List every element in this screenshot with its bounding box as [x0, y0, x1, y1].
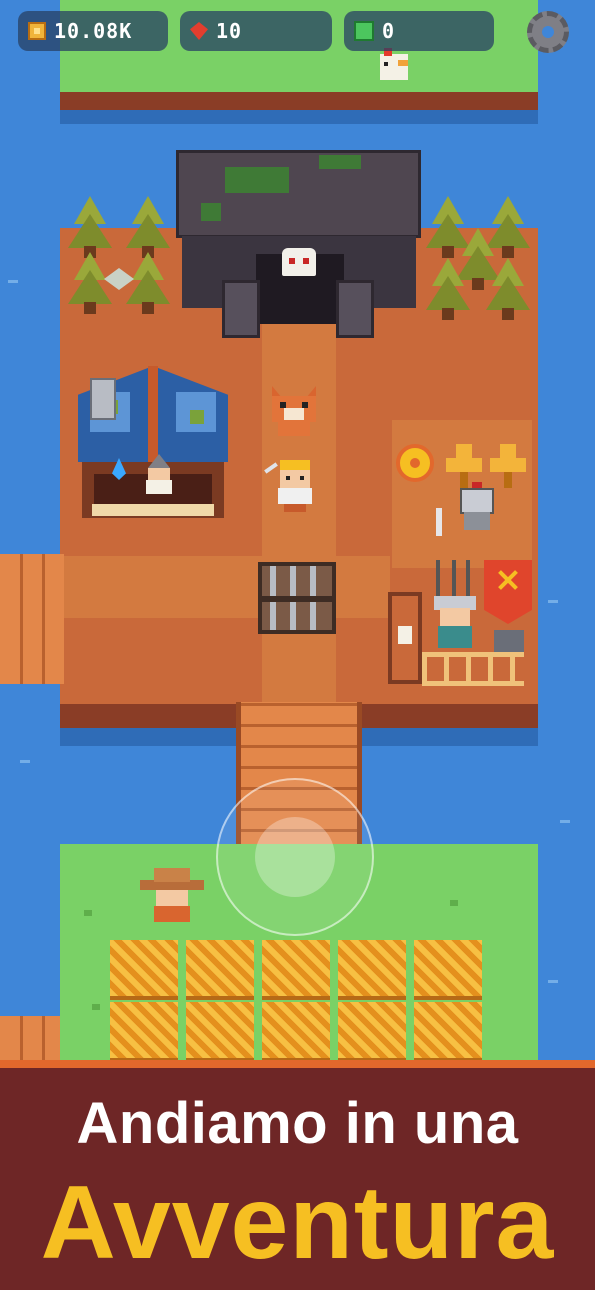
dirt-path-horizontal: [60, 556, 390, 618]
tree-icon: [124, 252, 172, 314]
wheat-crop[interactable]: [414, 1002, 482, 1062]
wheat-crop[interactable]: [338, 1002, 406, 1062]
wheat-crop[interactable]: [262, 1002, 330, 1062]
chicken-sprite[interactable]: [376, 46, 412, 84]
wheat-crop[interactable]: [110, 940, 178, 1000]
green-gem-value: 0: [382, 19, 396, 43]
archery-target[interactable]: [396, 444, 434, 482]
fox-npc[interactable]: [270, 386, 318, 436]
red-gem-value: 10: [216, 19, 243, 43]
treasure-chest[interactable]: [258, 562, 336, 634]
green-gem-counter: 0: [344, 11, 494, 51]
blacksmith-npc[interactable]: [432, 596, 478, 648]
wheat-crop[interactable]: [186, 940, 254, 1000]
tree-icon: [66, 196, 114, 258]
tree-icon: [66, 252, 114, 314]
anvil-icon: [494, 630, 524, 654]
wizard-npc[interactable]: [142, 454, 176, 494]
knight-npc[interactable]: [456, 482, 498, 530]
coin-counter: 10.08K: [18, 11, 168, 51]
joystick-knob[interactable]: [255, 817, 335, 897]
gear-icon[interactable]: [527, 11, 569, 53]
dirt-path-vertical: [262, 320, 336, 710]
dungeon-pillar-left: [222, 280, 260, 338]
promo-caption: Andiamo in una Avventura: [0, 1060, 595, 1290]
wheat-crop[interactable]: [338, 940, 406, 1000]
tree-icon: [424, 258, 472, 320]
green-gem-icon: [354, 21, 374, 41]
dungeon-pillar-right: [336, 280, 374, 338]
farmer-npc[interactable]: [140, 868, 204, 922]
wheat-crop[interactable]: [414, 940, 482, 1000]
tree-icon: [124, 196, 172, 258]
weapon-rack: [430, 560, 480, 600]
wheat-crop[interactable]: [262, 940, 330, 1000]
grass-tuft: [450, 900, 458, 906]
coin-value: 10.08K: [54, 19, 133, 43]
wheat-crop[interactable]: [186, 1002, 254, 1062]
sword-icon: [436, 508, 442, 536]
left-dock[interactable]: [0, 554, 64, 684]
red-gem-icon: [190, 22, 208, 40]
dungeon-roof: [176, 150, 421, 238]
coin-icon: [28, 22, 46, 40]
skull-icon: [282, 248, 316, 276]
tree-icon: [484, 258, 532, 320]
top-island-shadow: [60, 110, 538, 124]
virtual-joystick[interactable]: [216, 778, 374, 936]
hero-player[interactable]: [262, 460, 322, 512]
top-island-edge: [60, 92, 538, 110]
grass-tuft: [84, 910, 92, 916]
wooden-fence: [422, 652, 524, 686]
red-gem-counter: 10: [180, 11, 332, 51]
grass-tuft: [92, 1004, 100, 1010]
wheat-crop[interactable]: [110, 1002, 178, 1062]
caption-line1: Andiamo in una: [76, 1091, 519, 1156]
caption-line2: Avventura: [40, 1165, 555, 1281]
shop-door[interactable]: [388, 592, 422, 684]
urn-icon: [90, 378, 116, 420]
left-dock-bottom[interactable]: [0, 1016, 64, 1060]
